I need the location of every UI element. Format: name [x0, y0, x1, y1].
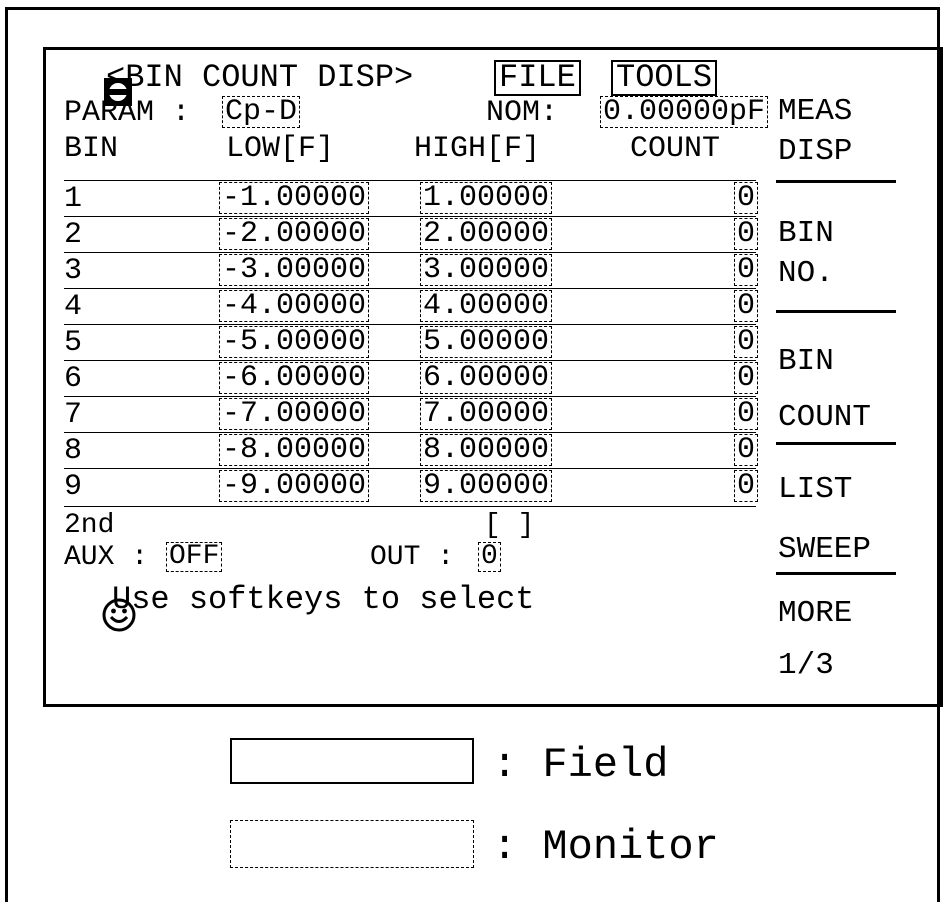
- high-limit[interactable]: 3.00000: [420, 254, 553, 286]
- softkey-line2: 1/3: [778, 648, 834, 683]
- status-message: Use softkeys to select: [112, 581, 535, 618]
- nom-label: NOM:: [486, 96, 559, 130]
- file-menu[interactable]: FILE: [494, 60, 581, 96]
- high-limit[interactable]: 4.00000: [420, 290, 553, 322]
- param-value[interactable]: Cp-D: [222, 96, 301, 128]
- row-divider: [64, 396, 756, 397]
- page-title[interactable]: <BIN COUNT DISP>: [106, 62, 413, 94]
- row-divider: [64, 324, 756, 325]
- softkey-line1: BIN: [778, 216, 834, 251]
- bin-count: 0: [734, 290, 759, 322]
- low-limit[interactable]: -9.00000: [219, 470, 370, 502]
- row-divider: [64, 288, 756, 289]
- row-divider: [64, 506, 756, 507]
- bin-number: 9: [64, 470, 83, 504]
- bin-count: 0: [734, 398, 759, 430]
- bin-number: 7: [64, 398, 83, 432]
- softkey-line1: BIN: [778, 344, 834, 379]
- row-divider: [64, 216, 756, 217]
- param-label: PARAM :: [64, 96, 191, 130]
- bin-count: 0: [734, 218, 759, 250]
- low-limit[interactable]: -1.00000: [219, 182, 370, 214]
- column-header-bin: BIN: [64, 132, 119, 166]
- softkey-line2: COUNT: [778, 400, 872, 435]
- low-limit[interactable]: -5.00000: [219, 326, 370, 358]
- legend-field-swatch: [230, 738, 474, 784]
- high-limit[interactable]: 7.00000: [420, 398, 553, 430]
- aux-value[interactable]: OFF: [166, 542, 223, 572]
- low-limit[interactable]: -7.00000: [219, 398, 370, 430]
- bin-number: 3: [64, 254, 83, 288]
- out-label: OUT :: [370, 542, 455, 573]
- softkey-line1: MEAS: [778, 94, 853, 129]
- high-limit[interactable]: 1.00000: [420, 182, 553, 214]
- bin-number: 8: [64, 434, 83, 468]
- menu-icon[interactable]: [66, 62, 133, 106]
- row-divider: [64, 432, 756, 433]
- bin-count: 0: [734, 254, 759, 286]
- bin-count: 0: [734, 362, 759, 394]
- second-label: 2nd: [64, 510, 115, 541]
- smiley-icon: [64, 582, 136, 632]
- nom-value[interactable]: 0.00000pF: [600, 96, 769, 128]
- row-divider: [64, 468, 756, 469]
- low-limit[interactable]: -4.00000: [219, 290, 370, 322]
- softkey-divider: [776, 310, 896, 313]
- low-limit[interactable]: -8.00000: [219, 434, 370, 466]
- high-limit[interactable]: 6.00000: [420, 362, 553, 394]
- softkey-line1: LIST: [778, 472, 853, 507]
- bin-count: 0: [734, 326, 759, 358]
- bin-number: 6: [64, 362, 83, 396]
- out-value: 0: [478, 542, 501, 572]
- bin-number: 2: [64, 218, 83, 252]
- high-limit[interactable]: 2.00000: [420, 218, 553, 250]
- softkey-divider: [776, 572, 896, 575]
- tools-menu[interactable]: TOOLS: [611, 60, 718, 96]
- bin-number: 4: [64, 290, 83, 324]
- high-limit[interactable]: 5.00000: [420, 326, 553, 358]
- instrument-screen: <BIN COUNT DISP> FILE TOOLS PARAM : Cp-D…: [43, 47, 943, 707]
- legend-monitor-label: : Monitor: [492, 823, 719, 871]
- softkey-line1: MORE: [778, 596, 853, 631]
- bin-count: 0: [734, 470, 759, 502]
- softkey-line2: DISP: [778, 134, 853, 169]
- column-header-count: COUNT: [630, 132, 721, 166]
- aux-label: AUX :: [64, 542, 149, 573]
- softkey-divider: [776, 442, 896, 445]
- low-limit[interactable]: -6.00000: [219, 362, 370, 394]
- row-divider: [64, 360, 756, 361]
- second-value: [ ]: [484, 510, 535, 541]
- softkey-line2: NO.: [778, 256, 834, 291]
- bin-number: 5: [64, 326, 83, 360]
- low-limit[interactable]: -2.00000: [219, 218, 370, 250]
- bin-count: 0: [734, 434, 759, 466]
- header-divider: [64, 180, 756, 181]
- column-header-high: HIGH[F]: [414, 132, 541, 166]
- legend-field-label: : Field: [492, 741, 669, 789]
- column-header-low: LOW[F]: [226, 132, 335, 166]
- high-limit[interactable]: 8.00000: [420, 434, 553, 466]
- softkey-divider: [776, 180, 896, 183]
- softkey-line2: SWEEP: [778, 532, 872, 567]
- legend-monitor-swatch: [230, 820, 474, 868]
- high-limit[interactable]: 9.00000: [420, 470, 553, 502]
- bin-number: 1: [64, 182, 83, 216]
- low-limit[interactable]: -3.00000: [219, 254, 370, 286]
- bin-count: 0: [734, 182, 759, 214]
- row-divider: [64, 252, 756, 253]
